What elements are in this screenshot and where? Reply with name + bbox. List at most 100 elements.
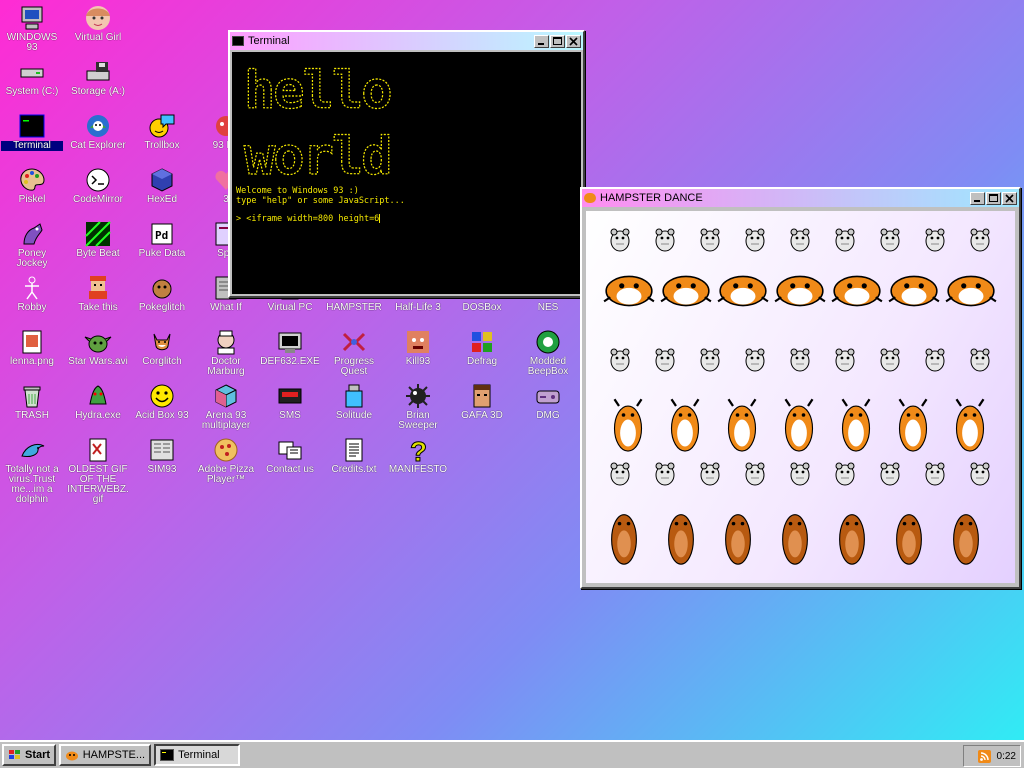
desktop-icon-lenna-png[interactable]: lenna.png	[1, 326, 63, 380]
hampster-dance-window[interactable]: HAMPSTER DANCE	[580, 187, 1021, 589]
minimize-button[interactable]	[970, 191, 985, 205]
taskbar-item-hampster[interactable]: HAMPSTE...	[59, 744, 152, 766]
maximize-button[interactable]	[550, 34, 565, 48]
desktop-icon-solitude[interactable]: Solitude	[323, 380, 385, 434]
desktop-icon-system-c[interactable]: System (C:)	[1, 56, 63, 110]
pd-icon: Pd	[148, 220, 176, 248]
desktop-icon-defrag[interactable]: Defrag	[451, 326, 513, 380]
desktop-icon-trollbox[interactable]: Trollbox	[131, 110, 193, 164]
hampster-dance-content	[586, 211, 1015, 583]
close-icon	[569, 36, 578, 46]
desktop-icon-hexed[interactable]: HexEd	[131, 164, 193, 218]
desktop-icon-pokeglitch[interactable]: Pokeglitch	[131, 272, 193, 326]
hamster-sprite-icon	[888, 275, 940, 307]
terminal-output[interactable]: hello world Welcome to Windows 93 :) typ…	[232, 52, 581, 294]
text-cursor	[379, 214, 381, 223]
text-file-icon	[340, 436, 368, 464]
desktop-icon-label: Virtual Girl	[74, 32, 122, 43]
command-line[interactable]: > <iframe width=800 height=6	[236, 214, 577, 224]
start-button[interactable]: Start	[2, 744, 57, 766]
desktop-icon-label: System (C:)	[5, 86, 59, 97]
hamster-sprite-icon	[727, 398, 757, 452]
desktop-icon-sms[interactable]: SMS	[259, 380, 321, 434]
desktop-icon-brian-sweeper[interactable]: Brian Sweeper	[387, 380, 449, 434]
desktop-icon-label: Star Wars.avi	[68, 356, 128, 367]
hamster-sprite-icon	[945, 275, 997, 307]
desktop-icon-label: Take this	[78, 302, 118, 313]
hamster-sprite-icon	[790, 462, 810, 486]
desktop-icon-cat-explorer[interactable]: Cat Explorer	[67, 110, 129, 164]
desktop-icon-codemirror[interactable]: CodeMirror	[67, 164, 129, 218]
sms-icon	[276, 382, 304, 410]
hampster-titlebar[interactable]: HAMPSTER DANCE	[582, 189, 1019, 207]
desktop-icon-corglitch[interactable]: Corglitch	[131, 326, 193, 380]
desktop-icon-adobe-pizza-player[interactable]: Adobe Pizza Player™	[195, 434, 257, 488]
hamster-sprite-icon	[741, 576, 769, 583]
desktop-icon-storage-a[interactable]: Storage (A:)	[67, 56, 129, 110]
desktop-icon-totally-not-a-virus-trust-me-im-a-dolphin[interactable]: Totally not a virus.Trust me...im a dolp…	[1, 434, 63, 505]
hint-text: type "help" or some JavaScript...	[236, 196, 405, 206]
desktop-icon-manifesto[interactable]: ? MANIFESTO	[387, 434, 449, 488]
desktop-icon-def632-exe[interactable]: DEF632.EXE	[259, 326, 321, 380]
desktop-icon-label: MANIFESTO	[388, 464, 448, 475]
close-icon	[1005, 193, 1014, 203]
desktop-icon-trash[interactable]: TRASH	[1, 380, 63, 434]
taskbar-item-terminal[interactable]: Terminal	[154, 744, 241, 766]
desktop-icon-virtual-girl[interactable]: Virtual Girl	[67, 2, 129, 56]
desktop-icon-puke-data[interactable]: Pd Puke Data	[131, 218, 193, 272]
desktop-icon-label: Credits.txt	[331, 464, 377, 475]
pony-icon	[18, 220, 46, 248]
desktop-icon-sim93[interactable]: SIM93	[131, 434, 193, 488]
desktop-icon-credits-txt[interactable]: Credits.txt	[323, 434, 385, 488]
close-button[interactable]	[566, 34, 581, 48]
terminal-titlebar[interactable]: Terminal	[230, 32, 583, 50]
desktop-icon-progress-quest[interactable]: Progress Quest	[323, 326, 385, 380]
desktop-icon-star-wars-avi[interactable]: Star Wars.avi	[67, 326, 129, 380]
close-button[interactable]	[1002, 191, 1017, 205]
desktop-icon-modded-beepbox[interactable]: Modded BeepBox	[517, 326, 579, 380]
hamster-sprite-icon	[955, 398, 985, 452]
desktop-icon-label: OLDEST GIF OF THE INTERWEBZ.gif	[67, 464, 129, 505]
terminal-app-icon	[232, 36, 244, 46]
rss-icon[interactable]	[977, 749, 991, 763]
desktop-icon-gafa-3d[interactable]: GAFA 3D	[451, 380, 513, 434]
hamster-sprite-icon	[655, 462, 675, 486]
minimize-button[interactable]	[534, 34, 549, 48]
beepbox-icon	[534, 328, 562, 356]
desktop-icon-label: HexEd	[146, 194, 177, 205]
hamster-sprite-icon	[835, 228, 855, 252]
desktop-icon-hydra-exe[interactable]: Hydra.exe	[67, 380, 129, 434]
hamster-sprite-icon	[898, 398, 928, 452]
desktop-icon-oldest-gif-of-the-interwebz-gif[interactable]: OLDEST GIF OF THE INTERWEBZ.gif	[67, 434, 129, 505]
desktop-icon-windows-93[interactable]: WINDOWS 93	[1, 2, 63, 56]
hamster-sprite-icon	[790, 348, 810, 372]
exe-icon	[276, 328, 304, 356]
desktop-icon-terminal[interactable]: Terminal	[1, 110, 63, 164]
yoda-icon	[84, 328, 112, 356]
maximize-button[interactable]	[986, 191, 1001, 205]
hamster-sprite-icon	[921, 576, 949, 583]
solitude-icon	[340, 382, 368, 410]
desktop-icon-arena-93-multiplayer[interactable]: Arena 93 multiplayer	[195, 380, 257, 434]
terminal-window[interactable]: Terminal hello world Welcome to Windows …	[228, 30, 585, 298]
command-text[interactable]: <iframe width=800 height=6	[246, 214, 379, 224]
hampster-title: HAMPSTER DANCE	[600, 192, 703, 204]
hamster-sprite-icon	[925, 462, 945, 486]
desktop-icon-byte-beat[interactable]: Byte Beat	[67, 218, 129, 272]
desktop-icon-doctor-marburg[interactable]: Doctor Marburg	[195, 326, 257, 380]
corgi-icon	[148, 328, 176, 356]
desktop-icon-take-this[interactable]: Take this	[67, 272, 129, 326]
desktop-icon-poney-jockey[interactable]: Poney Jockey	[1, 218, 63, 272]
hamster-sprite-icon	[745, 462, 765, 486]
drive-icon	[18, 58, 46, 86]
desktop-icon-robby[interactable]: Robby	[1, 272, 63, 326]
desktop-icon-contact-us[interactable]: Contact us	[259, 434, 321, 488]
hamster-sprite-icon	[953, 514, 979, 565]
hamster-sprite-icon	[651, 576, 679, 583]
desktop-icon-label: SIM93	[147, 464, 177, 475]
desktop-icon-piskel[interactable]: Piskel	[1, 164, 63, 218]
desktop-icon-acid-box-93[interactable]: Acid Box 93	[131, 380, 193, 434]
desktop-icon-kill93[interactable]: Kill93	[387, 326, 449, 380]
desktop-icon-label: Kill93	[405, 356, 431, 367]
desktop-icon-dmg[interactable]: DMG	[517, 380, 579, 434]
